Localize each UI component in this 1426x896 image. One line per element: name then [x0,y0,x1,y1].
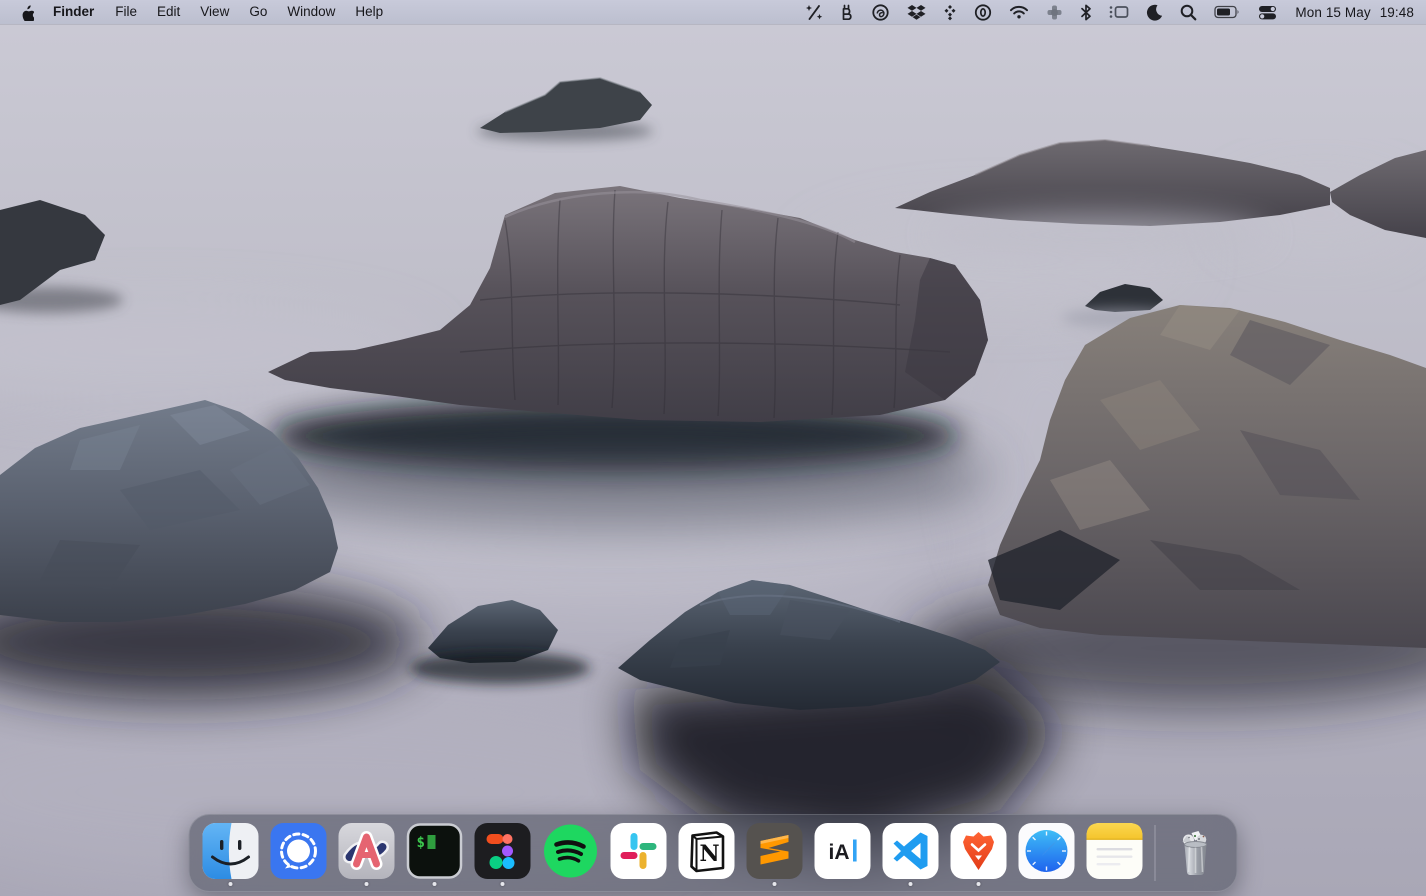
svg-text:N: N [699,841,719,867]
terminal-icon: $ [407,823,463,879]
app-menu-finder[interactable]: Finder [42,0,105,24]
dock-item-finder[interactable] [197,823,265,888]
running-indicator [909,882,913,886]
menu-go[interactable]: Go [239,0,277,24]
wifi-icon[interactable] [1000,0,1037,24]
signal-icon [271,823,327,879]
running-indicator [773,882,777,886]
running-indicator [365,882,369,886]
dock-item-ia-writer[interactable]: iA [809,823,877,888]
diamond-cluster-icon[interactable] [934,0,965,24]
menu-view[interactable]: View [190,0,239,24]
hidden-items-rect-icon[interactable] [1100,0,1137,24]
menu-edit[interactable]: Edit [147,0,190,24]
menu-file[interactable]: File [105,0,147,24]
vscode-icon [883,823,939,879]
menu-help[interactable]: Help [345,0,393,24]
dock-item-vscode[interactable] [877,823,945,888]
clock-time: 19:48 [1380,5,1414,20]
dock-item-safari[interactable] [1013,823,1081,888]
bluetooth-icon[interactable] [1071,0,1100,24]
dock-item-sublime-text[interactable] [741,823,809,888]
dock-item-slack[interactable] [605,823,673,888]
finder-icon [203,823,259,879]
battery-icon[interactable] [1205,0,1249,24]
safari-icon [1019,823,1075,879]
focus-moon-icon[interactable] [1137,0,1171,24]
dock-divider [1155,825,1156,881]
running-indicator [433,882,437,886]
desktop: Finder File Edit View Go Window Help [0,0,1426,896]
notes-icon [1087,823,1143,879]
nova-red-blue-a-icon [339,823,395,879]
keyhole-circle-icon[interactable] [965,0,1000,24]
dock-item-terminal[interactable]: $ [401,823,469,888]
spotlight-search-icon[interactable] [1171,0,1205,24]
apple-menu[interactable] [12,4,42,21]
dock: $ [189,814,1238,892]
bartender-b-icon[interactable] [831,0,862,24]
slack-icon [611,823,667,879]
adobe-creative-cloud-icon[interactable] [862,0,898,24]
brave-icon [951,823,1007,879]
dock-item-figma[interactable] [469,823,537,888]
svg-text:$: $ [417,835,425,851]
plus-cross-icon[interactable] [1037,0,1071,24]
running-indicator [501,882,505,886]
dock-item-trash[interactable] [1162,823,1230,888]
ia-writer-icon: iA [815,823,871,879]
trash-full-icon [1168,823,1224,879]
dock-item-spotify[interactable] [537,823,605,888]
spotify-icon [543,823,599,879]
dock-item-brave[interactable] [945,823,1013,888]
apple-icon [20,4,34,21]
dock-item-notion[interactable]: N [673,823,741,888]
control-center-icon[interactable] [1249,0,1285,24]
figma-icon [475,823,531,879]
sparkles-slash-icon[interactable] [796,0,831,24]
battery-fill [1217,9,1230,16]
clock-date: Mon 15 May [1295,5,1370,20]
wallpaper-image [0,0,1426,896]
dock-item-notes[interactable] [1081,823,1149,888]
menu-bar-clock[interactable]: Mon 15 May 19:48 [1285,5,1414,20]
menu-window[interactable]: Window [277,0,345,24]
sublime-text-icon [747,823,803,879]
notion-icon: N [679,823,735,879]
dropbox-icon[interactable] [898,0,934,24]
running-indicator [977,882,981,886]
menu-bar: Finder File Edit View Go Window Help [0,0,1426,24]
dock-item-nova[interactable] [333,823,401,888]
running-indicator [229,882,233,886]
svg-text:iA: iA [829,841,850,864]
dock-item-signal[interactable] [265,823,333,888]
